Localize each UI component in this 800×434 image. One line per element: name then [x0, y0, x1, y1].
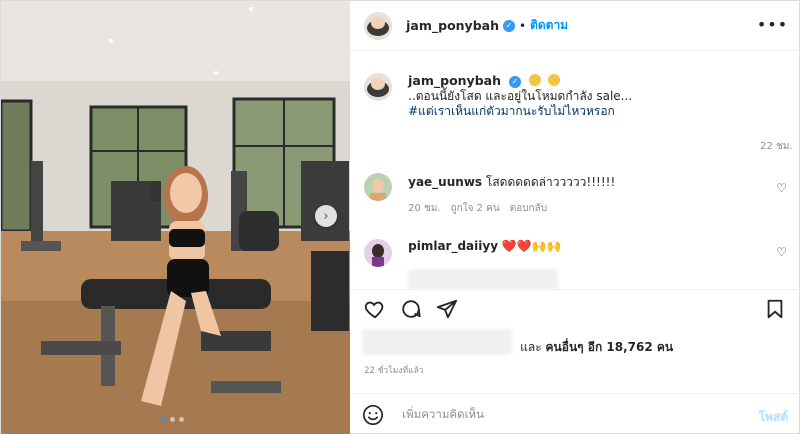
post-photo[interactable]: › — [1, 1, 351, 434]
share-icon[interactable] — [436, 298, 458, 320]
smile-icon[interactable] — [362, 404, 384, 426]
comment-item: yae_uunws โสดดดดดล่าววววว!!!!!! 20 ชม. ถ… — [364, 173, 794, 216]
carousel-dot — [170, 417, 175, 422]
emoji-icon — [548, 74, 561, 86]
carousel-dot — [161, 417, 166, 422]
likes-connector: และ — [520, 340, 542, 354]
comment-icon[interactable] — [400, 298, 422, 320]
reply-button[interactable]: ตอบกลับ — [510, 201, 547, 216]
comment-username[interactable]: pimlar_daiiyy — [408, 239, 498, 253]
separator-dot: • — [518, 18, 527, 33]
gym-photo — [1, 1, 351, 434]
commenter-avatar[interactable] — [364, 239, 393, 267]
comment-item: pimlar_daiiyy ❤️❤️🙌🙌 — [364, 239, 794, 267]
more-options-icon[interactable]: ••• — [757, 15, 788, 34]
caption-avatar[interactable] — [364, 73, 393, 101]
post-header: jam_ponybah ✓ • ติดตาม ••• — [350, 1, 800, 51]
comment-input[interactable]: เพิ่มความคิดเห็น — [402, 406, 484, 424]
post-caption: jam_ponybah ✓ ..ตอนนี้ยังโสด และอยู่ในโห… — [364, 73, 784, 119]
likes-count[interactable]: และ คนอื่นๆ อีก 18,762 คน — [520, 338, 673, 357]
instagram-post-modal: › jam_ponybah ✓ • ติดตาม ••• jam_ponybah… — [0, 0, 800, 434]
caption-text: ..ตอนนี้ยังโสด และอยู่ในโหมดกำลัง sale..… — [408, 89, 633, 103]
follow-button[interactable]: ติดตาม — [530, 16, 568, 35]
save-icon[interactable] — [764, 298, 786, 320]
verified-icon: ✓ — [508, 75, 521, 88]
comment-time: 20 ชม. — [408, 203, 441, 214]
heart-icon[interactable] — [364, 298, 386, 320]
hashtag-link[interactable]: #แต่เราเห็นแก่ตัวมากนะรับไม่ไหวหรอก — [408, 104, 632, 119]
likes-others[interactable]: คนอื่นๆ อีก 18,762 คน — [546, 340, 674, 354]
comment-text: โสดดดดดล่าววววว!!!!!! — [485, 175, 616, 189]
emoji-icon — [528, 74, 541, 86]
commenter-avatar[interactable] — [364, 173, 393, 201]
caption-time: 22 ชม. — [760, 141, 793, 152]
post-timestamp: 22 ชั่วโมงที่แล้ว — [364, 366, 424, 376]
comment-text: ❤️❤️🙌🙌 — [501, 239, 562, 253]
next-arrow-icon[interactable]: › — [315, 205, 337, 227]
comment-likes[interactable]: ถูกใจ 2 คน — [451, 201, 500, 216]
avatar[interactable] — [364, 11, 393, 40]
post-author-username[interactable]: jam_ponybah — [406, 18, 499, 33]
verified-icon: ✓ — [502, 19, 515, 32]
blurred-content — [408, 269, 559, 289]
action-bar — [350, 289, 800, 329]
comment-like-icon[interactable]: ♡ — [776, 245, 787, 259]
caption-username[interactable]: jam_ponybah — [408, 73, 501, 88]
blurred-liker — [362, 329, 513, 355]
carousel-dot — [179, 417, 184, 422]
carousel-dots — [161, 417, 184, 422]
post-comment-button[interactable]: โพสต์ — [759, 408, 788, 427]
comment-like-icon[interactable]: ♡ — [776, 181, 787, 195]
add-comment-bar: เพิ่มความคิดเห็น โพสต์ — [350, 393, 800, 434]
comment-username[interactable]: yae_uunws — [408, 175, 482, 189]
post-details: jam_ponybah ✓ • ติดตาม ••• jam_ponybah ✓… — [350, 1, 800, 434]
